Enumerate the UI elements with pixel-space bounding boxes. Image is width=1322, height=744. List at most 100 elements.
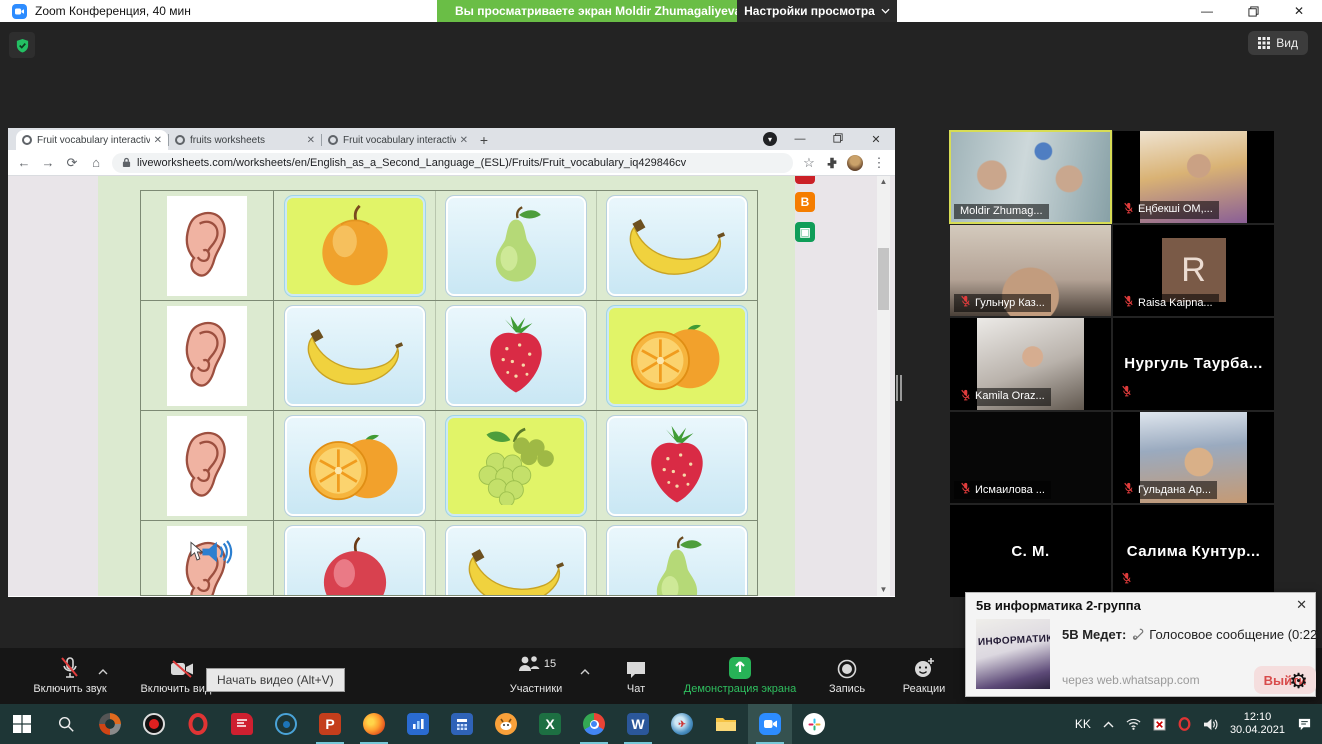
participant-tile[interactable]: Гульдана Ар... <box>1113 412 1274 504</box>
tray-expand-icon[interactable] <box>1103 721 1114 728</box>
browser-minimize-button[interactable]: — <box>781 133 819 145</box>
extensions-icon[interactable] <box>825 156 839 170</box>
banana-image[interactable] <box>446 526 586 597</box>
participant-tile[interactable]: Kamila Oraz... <box>950 318 1111 410</box>
shutter-icon[interactable] <box>88 704 132 744</box>
participants-options-chevron[interactable] <box>580 662 590 680</box>
orange-image[interactable] <box>607 306 747 406</box>
ear-icon[interactable] <box>167 416 247 516</box>
firefox-icon[interactable] <box>352 704 396 744</box>
tab-close-icon[interactable]: ✕ <box>460 135 468 146</box>
participant-tile[interactable]: Гульнур Каз... <box>950 225 1111 317</box>
fruit-option-cell[interactable] <box>274 521 435 596</box>
opera-tray-icon[interactable] <box>1178 717 1191 731</box>
browser-tab[interactable]: Fruit vocabulary interactive work✕ <box>322 130 474 150</box>
speaker-icon[interactable] <box>1203 718 1218 731</box>
participant-tile[interactable]: RRaisa Kaipna... <box>1113 225 1274 317</box>
kundelik-icon[interactable]: ✈ <box>660 704 704 744</box>
ear-icon[interactable] <box>167 196 247 296</box>
participant-tile[interactable]: Нургуль Таурба... <box>1113 318 1274 410</box>
audio-ear-cell[interactable] <box>141 191 274 300</box>
participant-tile[interactable]: Салима Кунтур... <box>1113 505 1274 597</box>
fruit-option-cell[interactable] <box>435 521 596 596</box>
scrollbar-thumb[interactable] <box>878 248 889 310</box>
fruit-option-cell[interactable] <box>274 191 435 300</box>
share-screen-button[interactable]: Демонстрация экрана <box>675 652 805 695</box>
slack-icon[interactable] <box>792 704 836 744</box>
browser-tab[interactable]: Fruit vocabulary interactive work✕ <box>16 130 168 150</box>
language-indicator[interactable]: KK <box>1075 717 1091 731</box>
pear-image[interactable] <box>607 526 747 597</box>
participant-tile[interactable]: Moldir Zhumag... <box>950 131 1111 223</box>
participant-tile[interactable]: С. М. <box>950 505 1111 597</box>
blogger-icon[interactable]: B <box>795 192 815 212</box>
restore-button[interactable] <box>1230 0 1276 22</box>
zoom-taskbar-icon[interactable] <box>748 704 792 744</box>
audio-options-chevron[interactable] <box>98 662 108 680</box>
search-icon[interactable] <box>44 704 88 744</box>
audio-ear-cell[interactable] <box>141 301 274 410</box>
fruit-option-cell[interactable] <box>435 191 596 300</box>
calculator-icon[interactable] <box>440 704 484 744</box>
taskbar-clock[interactable]: 12:10 30.04.2021 <box>1230 711 1285 737</box>
strawberry-image[interactable] <box>446 306 586 406</box>
settings-gear-icon[interactable]: ⚙ <box>1289 669 1308 694</box>
view-layout-button[interactable]: Вид <box>1248 31 1308 55</box>
back-icon[interactable]: ← <box>16 155 32 170</box>
smart-notebook-icon[interactable] <box>220 704 264 744</box>
start-icon[interactable] <box>0 704 44 744</box>
banana-image[interactable] <box>285 306 425 406</box>
word-icon[interactable]: W <box>616 704 660 744</box>
chat-button[interactable]: Чат <box>614 652 658 695</box>
browser-tab[interactable]: fruits worksheets✕ <box>169 130 321 150</box>
fruit-option-cell[interactable] <box>596 191 757 300</box>
activinspire-icon[interactable] <box>396 704 440 744</box>
notification-close-icon[interactable]: ✕ <box>1296 597 1307 613</box>
powerpoint-icon[interactable]: P <box>308 704 352 744</box>
browser-profile-dot-icon[interactable]: ▾ <box>763 132 777 146</box>
orange-image[interactable] <box>285 416 425 516</box>
close-button[interactable]: ✕ <box>1276 0 1322 22</box>
home-icon[interactable]: ⌂ <box>88 155 104 170</box>
pane-resize-handle[interactable] <box>896 375 904 401</box>
scroll-down-icon[interactable]: ▼ <box>877 584 890 596</box>
reactions-button[interactable]: Реакции <box>896 652 952 695</box>
classroom-icon[interactable]: ▣ <box>795 222 815 242</box>
browser-restore-button[interactable] <box>819 133 857 146</box>
grapes-image[interactable] <box>446 416 586 516</box>
bookmark-star-icon[interactable]: ☆ <box>801 155 817 171</box>
forward-icon[interactable]: → <box>40 155 56 170</box>
participant-tile[interactable]: Исмаилова ... <box>950 412 1111 504</box>
strawberry-image[interactable] <box>607 416 747 516</box>
reload-icon[interactable]: ⟳ <box>64 155 80 171</box>
audio-ear-cell[interactable] <box>141 521 274 596</box>
scratch-icon[interactable] <box>484 704 528 744</box>
apple-red-image[interactable] <box>285 526 425 597</box>
browser-scrollbar[interactable]: ▲ ▼ <box>877 176 890 596</box>
minimize-button[interactable]: — <box>1184 0 1230 22</box>
browser-avatar[interactable] <box>847 155 863 171</box>
new-tab-button[interactable]: + <box>474 130 494 150</box>
ispring-icon[interactable] <box>264 704 308 744</box>
pear-image[interactable] <box>446 196 586 296</box>
audio-ear-cell[interactable] <box>141 411 274 520</box>
tab-close-icon[interactable]: ✕ <box>307 135 315 146</box>
browser-close-button[interactable]: ✕ <box>857 133 895 146</box>
fruit-option-cell[interactable] <box>596 521 757 596</box>
participant-tile[interactable]: Еңбекші ОМ,... <box>1113 131 1274 223</box>
opera-icon[interactable] <box>176 704 220 744</box>
fruit-option-cell[interactable] <box>274 301 435 410</box>
fruit-option-cell[interactable] <box>596 301 757 410</box>
ear-icon[interactable] <box>167 306 247 406</box>
chrome-icon[interactable] <box>572 704 616 744</box>
wifi-icon[interactable] <box>1126 718 1141 730</box>
view-settings-button[interactable]: Настройки просмотра <box>737 0 897 22</box>
fruit-option-cell[interactable] <box>596 411 757 520</box>
recorder-icon[interactable] <box>132 704 176 744</box>
record-button[interactable]: Запись <box>822 652 872 695</box>
action-center-icon[interactable] <box>1297 717 1312 731</box>
pinterest-icon[interactable] <box>795 176 815 184</box>
security-shield-icon[interactable] <box>9 32 35 58</box>
banana-image[interactable] <box>607 196 747 296</box>
tab-close-icon[interactable]: ✕ <box>154 135 162 146</box>
